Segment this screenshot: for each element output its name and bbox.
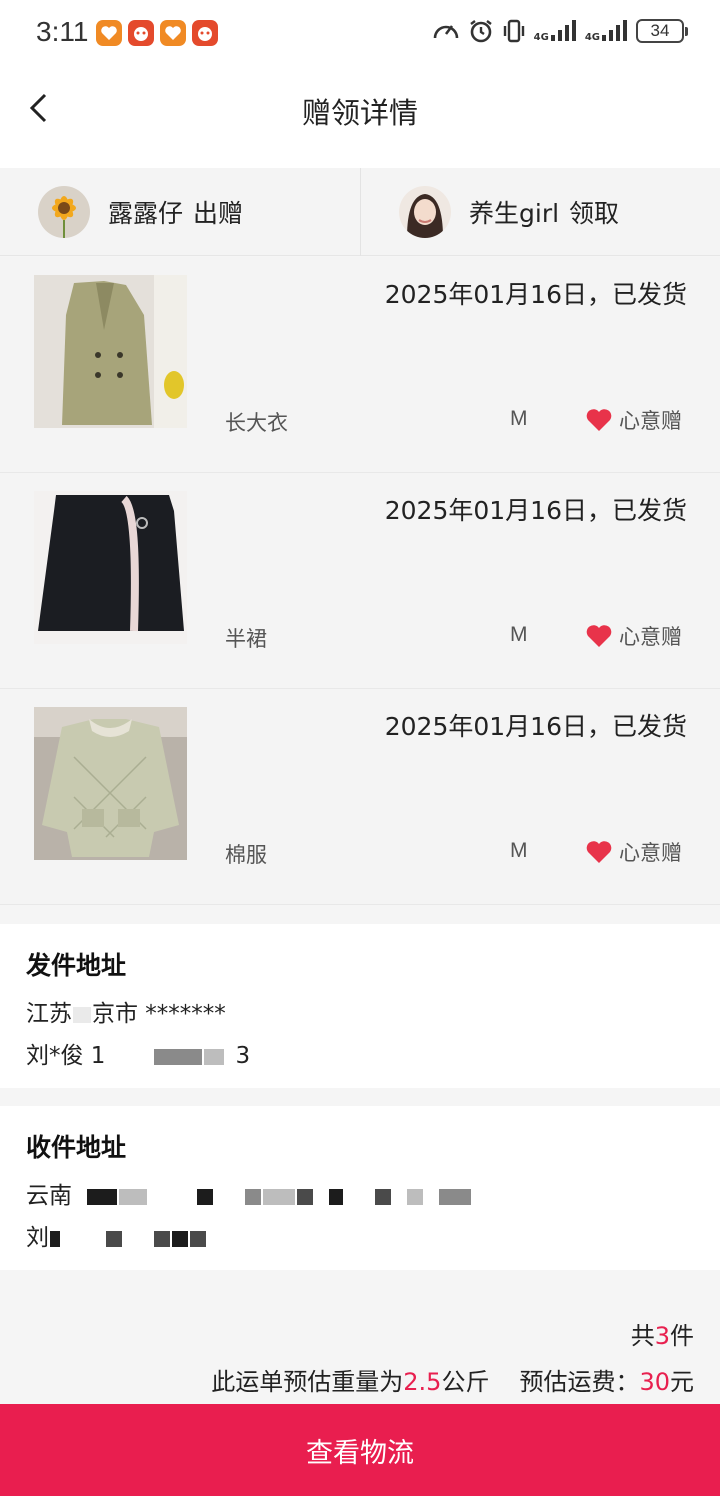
item-thumbnail	[34, 491, 187, 644]
redacted-block	[407, 1188, 423, 1205]
app-notification-icon	[160, 20, 186, 46]
signal-icon: 4G	[585, 19, 628, 43]
item-tag: 心意赠	[585, 837, 682, 867]
item-tag: 心意赠	[585, 621, 682, 651]
redacted-block	[73, 1006, 91, 1023]
giver-cell[interactable]: 露露仔 出赠	[0, 168, 360, 256]
item-date-status: 2025年01月16日，已发货	[384, 280, 687, 309]
receiver-contact-line: 刘	[26, 1218, 720, 1251]
receiver-address-card: 收件地址 云南 刘	[0, 1106, 720, 1270]
notification-icons	[96, 20, 218, 46]
redacted-block	[119, 1188, 147, 1205]
redacted-block	[375, 1188, 391, 1205]
item-name: 半裙	[225, 627, 267, 651]
weight-fee-line: 此运单预估重量为2.5公斤 预估运费：30元	[211, 1368, 694, 1396]
giver-label: 露露仔 出赠	[108, 194, 243, 230]
heart-icon	[585, 623, 613, 649]
item-thumbnail	[34, 275, 187, 428]
item-size: M	[510, 407, 528, 430]
redacted-block	[154, 1230, 170, 1247]
redacted-block	[197, 1188, 213, 1205]
list-item[interactable]: 2025年01月16日，已发货 长大衣 M 心意赠	[0, 257, 720, 473]
redacted-block	[50, 1230, 60, 1247]
heart-icon	[585, 839, 613, 865]
list-item[interactable]: 2025年01月16日，已发货 棉服 M 心意赠	[0, 689, 720, 905]
receiver-name: 养生girl	[469, 199, 560, 228]
giver-role: 出赠	[193, 199, 244, 228]
status-time: 3:11	[36, 16, 89, 47]
redacted-block	[263, 1188, 295, 1205]
system-status-icons: 4G 4G 34	[432, 18, 688, 44]
giver-avatar	[38, 186, 90, 238]
item-name: 长大衣	[225, 411, 288, 435]
item-size: M	[510, 623, 528, 646]
sender-address-card: 发件地址 江苏 京市 ******* 刘*俊 13	[0, 924, 720, 1088]
status-bar: 3:11 4G 4G 34	[0, 0, 720, 68]
alarm-icon	[468, 18, 494, 44]
redacted-block	[245, 1188, 261, 1205]
item-count: 共3件	[630, 1322, 694, 1350]
nav-bar: 赠领详情	[0, 68, 720, 168]
receiver-cell[interactable]: 养生girl 领取	[360, 168, 720, 256]
app-notification-icon	[96, 20, 122, 46]
item-date-status: 2025年01月16日，已发货	[384, 496, 687, 525]
redacted-block	[297, 1188, 313, 1205]
item-size: M	[510, 839, 528, 862]
item-date-status: 2025年01月16日，已发货	[384, 712, 687, 741]
heart-icon	[585, 407, 613, 433]
redacted-block	[329, 1188, 343, 1205]
app-notification-icon	[128, 20, 154, 46]
speed-gauge-icon	[432, 18, 460, 44]
redacted-block	[154, 1048, 203, 1065]
user-row: 露露仔 出赠 养生girl 领取	[0, 168, 720, 256]
receiver-address-title: 收件地址	[26, 1133, 127, 1162]
redacted-block	[87, 1188, 117, 1205]
item-name: 棉服	[225, 843, 267, 867]
receiver-avatar	[399, 186, 451, 238]
giver-name: 露露仔	[108, 199, 184, 228]
redacted-block	[106, 1230, 122, 1247]
app-notification-icon	[192, 20, 218, 46]
view-logistics-button[interactable]: 查看物流	[0, 1404, 720, 1496]
page-title: 赠领详情	[301, 96, 418, 130]
battery-indicator: 34	[636, 19, 688, 43]
redacted-block	[172, 1230, 188, 1247]
vibrate-icon	[502, 18, 526, 44]
redacted-block	[190, 1230, 206, 1247]
redacted-block	[439, 1188, 471, 1205]
sender-contact-line: 刘*俊 13	[26, 1043, 251, 1069]
shipment-summary: 共3件 此运单预估重量为2.5公斤 预估运费：30元	[0, 1270, 720, 1404]
receiver-label: 养生girl 领取	[469, 194, 619, 230]
receiver-role: 领取	[569, 199, 620, 228]
item-tag: 心意赠	[585, 405, 682, 435]
item-thumbnail	[34, 707, 187, 860]
list-item[interactable]: 2025年01月16日，已发货 半裙 M 心意赠	[0, 473, 720, 689]
sender-address-line: 江苏 京市 *******	[26, 1001, 226, 1027]
redacted-block	[204, 1048, 225, 1065]
signal-icon: 4G	[534, 19, 577, 43]
receiver-address-line: 云南	[26, 1176, 720, 1209]
sender-address-title: 发件地址	[26, 951, 127, 980]
